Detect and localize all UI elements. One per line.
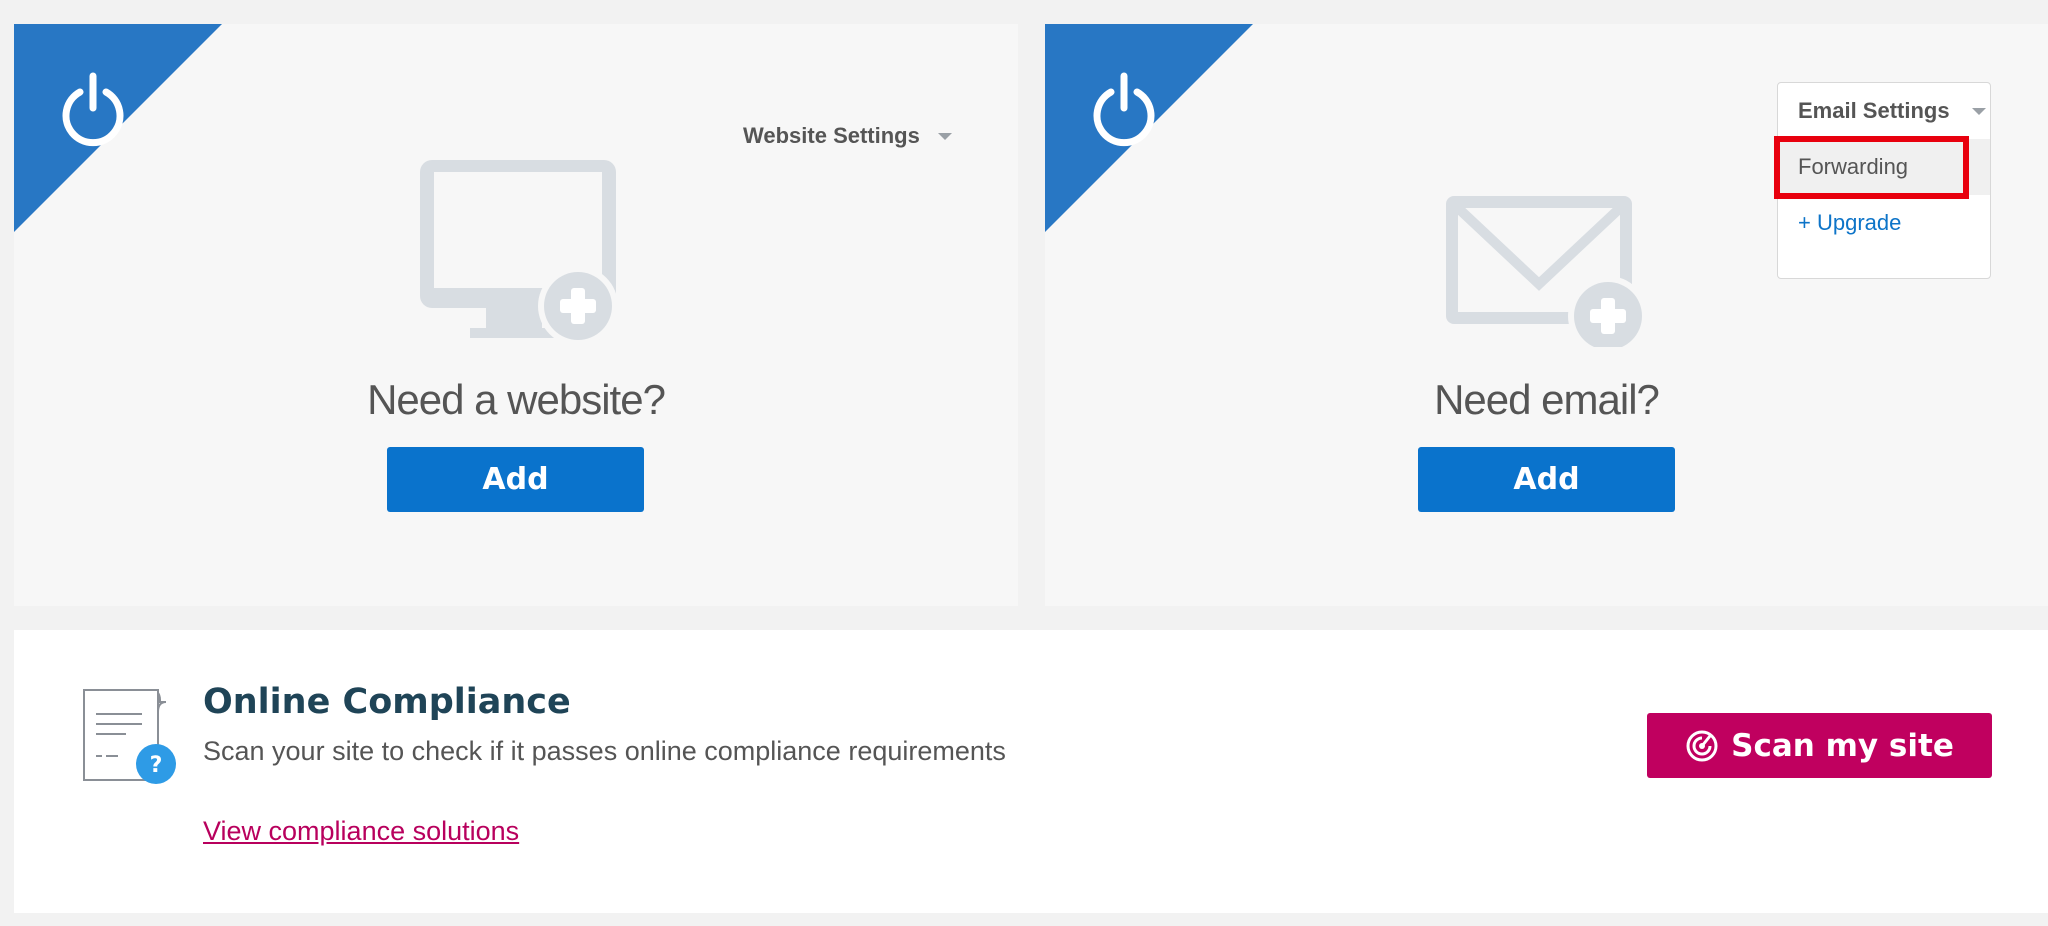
view-compliance-solutions-link[interactable]: View compliance solutions: [203, 816, 519, 847]
caret-down-icon: [937, 132, 952, 140]
envelope-plus-icon: [1446, 196, 1648, 347]
svg-text:?: ?: [150, 753, 163, 778]
email-card: Need email? Add Email Settings Forwardin…: [1045, 24, 2048, 606]
power-icon: [14, 24, 222, 232]
power-icon: [1045, 24, 1253, 232]
compliance-description: Scan your site to check if it passes onl…: [203, 736, 1006, 766]
add-website-button[interactable]: Add: [387, 447, 644, 512]
radar-icon: [1686, 730, 1718, 761]
caret-down-icon: [1971, 107, 1986, 115]
website-power-corner[interactable]: [14, 24, 222, 232]
website-card: Website Settings Need a website? Add: [14, 24, 1018, 606]
add-email-button[interactable]: Add: [1418, 447, 1675, 512]
email-power-corner[interactable]: [1045, 24, 1253, 232]
scan-my-site-label: Scan my site: [1731, 727, 1954, 764]
website-settings-label: Website Settings: [743, 123, 920, 148]
compliance-section: ? Online Compliance Scan your site to ch…: [14, 630, 2048, 913]
email-settings-label: Email Settings: [1798, 98, 1950, 123]
dropdown-item-forwarding[interactable]: Forwarding: [1778, 139, 1990, 195]
email-settings-dropdown: Email Settings Forwarding + Upgrade: [1777, 82, 1991, 279]
dropdown-item-upgrade[interactable]: + Upgrade: [1778, 195, 1990, 251]
monitor-plus-icon: [420, 160, 618, 346]
scan-my-site-button[interactable]: Scan my site: [1647, 713, 1992, 778]
email-settings-toggle[interactable]: Email Settings: [1778, 83, 1990, 139]
document-question-icon: ?: [83, 689, 176, 784]
website-settings-dropdown[interactable]: Website Settings: [743, 110, 966, 162]
website-heading: Need a website?: [367, 376, 666, 423]
compliance-title: Online Compliance: [203, 682, 571, 722]
email-heading: Need email?: [1434, 376, 1660, 423]
